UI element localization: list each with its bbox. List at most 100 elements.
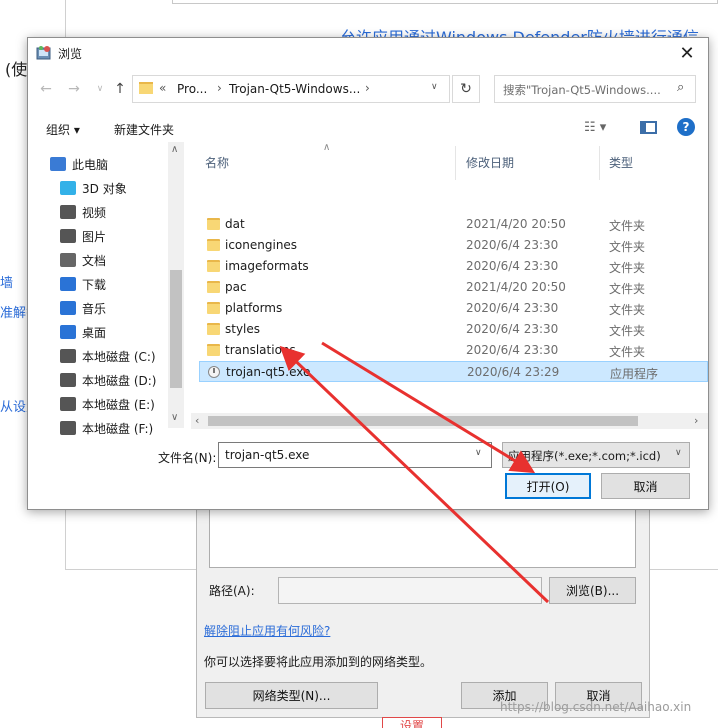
forward-arrow-icon[interactable]: → xyxy=(62,77,86,101)
scroll-up-icon[interactable]: ∧ xyxy=(171,144,178,155)
nav-item[interactable]: 图片 xyxy=(60,224,106,248)
file-date: 2020/6/4 23:30 xyxy=(466,301,559,315)
title-bar[interactable]: 浏览 ✕ xyxy=(28,38,708,68)
scroll-right-icon[interactable]: › xyxy=(694,414,698,427)
file-type: 文件夹 xyxy=(609,261,646,275)
cancel-button[interactable]: 取消 xyxy=(601,473,690,499)
preview-pane-icon[interactable] xyxy=(640,121,657,134)
file-type: 文件夹 xyxy=(609,303,646,317)
path-label: 路径(A): xyxy=(209,584,255,598)
address-dropdown-icon[interactable]: ∨ xyxy=(431,82,438,92)
file-row[interactable]: imageformats 2020/6/4 23:30 文件夹 xyxy=(199,256,708,277)
filename-value: trojan-qt5.exe xyxy=(225,448,310,462)
nav-item[interactable]: 下载 xyxy=(60,272,106,296)
column-type-header[interactable]: 类型 xyxy=(609,154,633,171)
new-folder-button[interactable]: 新建文件夹 xyxy=(114,121,174,138)
folder-icon xyxy=(139,82,153,94)
file-date: 2021/4/20 20:50 xyxy=(466,217,566,231)
organize-menu[interactable]: 组织 ▾ xyxy=(46,121,80,138)
file-row[interactable]: translations 2020/6/4 23:30 文件夹 xyxy=(199,340,708,361)
filetype-dropdown-icon[interactable]: ∨ xyxy=(675,448,682,458)
computer-icon xyxy=(50,157,66,171)
nav-item-label: 此电脑 xyxy=(72,157,109,172)
background-bottom-button[interactable]: 设置 xyxy=(382,717,442,728)
drive-c-icon xyxy=(60,349,76,363)
navigation-scroll-thumb[interactable] xyxy=(170,270,182,388)
background-link-1[interactable]: 墙 xyxy=(0,272,13,291)
nav-item[interactable]: 3D 对象 xyxy=(60,176,127,200)
refresh-icon[interactable]: ↻ xyxy=(452,75,480,103)
drive-icon xyxy=(60,421,76,435)
nav-item-label: 本地磁盘 (E:) xyxy=(82,397,155,412)
breadcrumb-separator-icon[interactable]: › xyxy=(365,81,370,95)
document-icon xyxy=(60,253,76,267)
address-bar[interactable]: « Pro... › Trojan-Qt5-Windows... › ∨ xyxy=(132,75,450,103)
nav-item-label: 音乐 xyxy=(82,301,107,316)
video-icon xyxy=(60,205,76,219)
file-row[interactable]: iconengines 2020/6/4 23:30 文件夹 xyxy=(199,235,708,256)
filename-dropdown-icon[interactable]: ∨ xyxy=(475,448,482,458)
download-icon xyxy=(60,277,76,291)
nav-item-label: 本地磁盘 (C:) xyxy=(82,349,156,364)
back-arrow-icon[interactable]: ← xyxy=(34,77,58,101)
filename-label: 文件名(N): xyxy=(158,451,217,465)
risk-link[interactable]: 解除阻止应用有何风险? xyxy=(204,622,330,639)
nav-item-label: 本地磁盘 (F:) xyxy=(82,421,154,436)
file-date: 2020/6/4 23:29 xyxy=(467,365,560,379)
application-icon xyxy=(208,366,220,378)
nav-item[interactable]: 视频 xyxy=(60,200,106,224)
file-row[interactable]: platforms 2020/6/4 23:30 文件夹 xyxy=(199,298,708,319)
folder-icon xyxy=(207,218,220,230)
browse-dialog: 浏览 ✕ ← → ∨ ↑ « Pro... › Trojan-Qt5-Windo… xyxy=(27,37,709,510)
nav-item[interactable]: 本地磁盘 (D:) xyxy=(60,368,156,392)
file-type: 文件夹 xyxy=(609,345,646,359)
file-row[interactable]: trojan-qt5.exe 2020/6/4 23:29 应用程序 xyxy=(199,361,708,382)
filename-input[interactable]: trojan-qt5.exe ∨ xyxy=(218,442,492,468)
breadcrumb-item[interactable]: Pro... xyxy=(177,82,207,96)
column-name-header[interactable]: 名称 xyxy=(205,154,229,171)
file-row[interactable]: pac 2021/4/20 20:50 文件夹 xyxy=(199,277,708,298)
folder-icon xyxy=(207,323,220,335)
nav-item[interactable]: 本地磁盘 (C:) xyxy=(60,344,156,368)
path-input[interactable] xyxy=(278,577,542,604)
open-button[interactable]: 打开(O) xyxy=(505,473,591,499)
scroll-down-icon[interactable]: ∨ xyxy=(171,412,178,423)
column-divider[interactable] xyxy=(455,146,456,180)
view-options-icon[interactable]: ☷ ▾ xyxy=(584,120,606,135)
nav-item-label: 下载 xyxy=(82,277,107,292)
breadcrumb-separator-icon[interactable]: › xyxy=(217,81,222,95)
horizontal-scroll-thumb[interactable] xyxy=(208,416,638,426)
network-type-button[interactable]: 网络类型(N)... xyxy=(205,682,378,709)
close-icon[interactable]: ✕ xyxy=(664,38,708,68)
search-input[interactable]: 搜索"Trojan-Qt5-Windows.... ⌕ xyxy=(494,75,696,103)
nav-item[interactable]: 桌面 xyxy=(60,320,106,344)
nav-item[interactable]: 音乐 xyxy=(60,296,106,320)
column-date-header[interactable]: 修改日期 xyxy=(466,154,514,171)
column-divider[interactable] xyxy=(599,146,600,180)
file-type: 文件夹 xyxy=(609,240,646,254)
browse-button[interactable]: 浏览(B)... xyxy=(549,577,636,604)
file-row[interactable]: dat 2021/4/20 20:50 文件夹 xyxy=(199,214,708,235)
breadcrumb-item[interactable]: Trojan-Qt5-Windows... xyxy=(229,82,360,96)
file-name: dat xyxy=(225,217,245,231)
help-icon[interactable]: ? xyxy=(677,118,695,136)
file-name: translations xyxy=(225,343,296,357)
nav-item[interactable]: 文档 xyxy=(60,248,106,272)
file-list: 名称 ∧ 修改日期 类型 dat 2021/4/20 20:50 文件夹 iconen… xyxy=(191,142,708,428)
drive-icon xyxy=(60,373,76,387)
search-icon[interactable]: ⌕ xyxy=(677,80,684,95)
app-list-box[interactable] xyxy=(209,505,636,568)
nav-item[interactable]: 此电脑 xyxy=(50,152,108,176)
filetype-select[interactable]: 应用程序(*.exe;*.com;*.icd) ∨ xyxy=(502,442,690,468)
folder-icon xyxy=(207,344,220,356)
scroll-left-icon[interactable]: ‹ xyxy=(195,414,199,427)
file-type: 文件夹 xyxy=(609,219,646,233)
file-row[interactable]: styles 2020/6/4 23:30 文件夹 xyxy=(199,319,708,340)
overflow-chevrons[interactable]: « xyxy=(159,81,166,95)
file-date: 2020/6/4 23:30 xyxy=(466,238,559,252)
nav-item[interactable]: 本地磁盘 (F:) xyxy=(60,416,153,440)
nav-item[interactable]: 本地磁盘 (E:) xyxy=(60,392,155,416)
file-name: iconengines xyxy=(225,238,298,252)
up-arrow-icon[interactable]: ↑ xyxy=(108,77,132,101)
network-description: 你可以选择要将此应用添加到的网络类型。 xyxy=(204,655,433,669)
